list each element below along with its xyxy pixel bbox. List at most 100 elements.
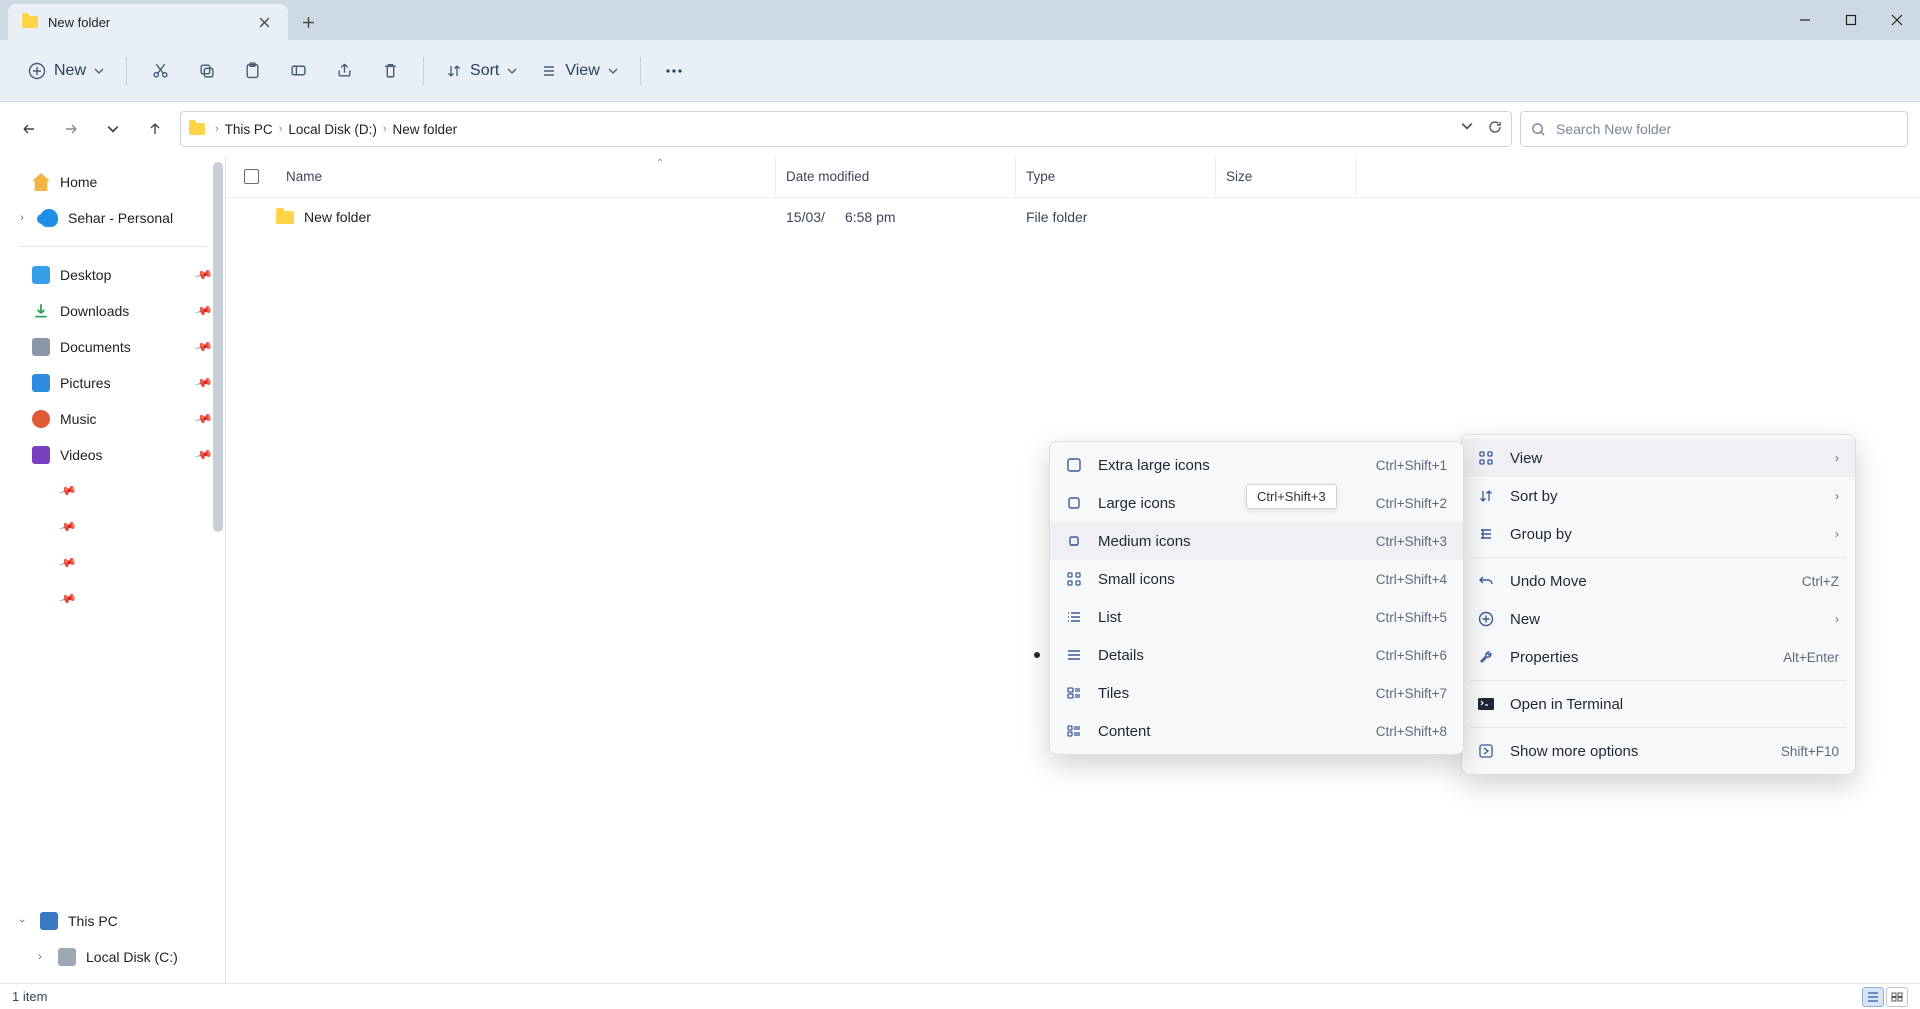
copy-button[interactable] <box>185 53 227 89</box>
ctx-shortcut: Alt+Enter <box>1783 650 1839 665</box>
pictures-icon <box>32 374 50 392</box>
address-bar[interactable]: › This PC › Local Disk (D:) › New folder <box>180 111 1512 147</box>
up-button[interactable] <box>138 112 172 146</box>
search-box[interactable] <box>1520 111 1908 147</box>
chevron-right-icon[interactable]: › <box>14 212 30 224</box>
terminal-icon <box>1476 698 1496 710</box>
thumbnails-view-button[interactable] <box>1886 987 1908 1007</box>
column-header-type[interactable]: Type <box>1016 156 1216 197</box>
ctx-label: New <box>1510 611 1540 628</box>
sidebar-separator <box>18 246 207 247</box>
new-label: New <box>54 62 86 80</box>
sidebar-item-music[interactable]: Music 📌 <box>4 401 221 437</box>
breadcrumb-thispc[interactable]: This PC <box>225 122 273 137</box>
tab-title: New folder <box>48 15 250 30</box>
sidebar-item-pinned[interactable]: 📌 <box>4 509 221 545</box>
ctx-undo[interactable]: Undo Move Ctrl+Z <box>1462 562 1855 600</box>
ctx-properties[interactable]: Properties Alt+Enter <box>1462 638 1855 676</box>
file-list-pane[interactable]: Name ⌃ Date modified Type Size New folde… <box>226 156 1920 983</box>
sidebar-item-thispc[interactable]: › This PC <box>4 903 221 939</box>
sidebar-item-documents[interactable]: Documents 📌 <box>4 329 221 365</box>
window-tab[interactable]: New folder <box>8 4 288 40</box>
recent-dropdown-button[interactable] <box>96 112 130 146</box>
new-tab-button[interactable] <box>288 4 328 40</box>
chevron-down-icon <box>94 66 104 76</box>
sidebar-item-pinned[interactable]: 📌 <box>4 581 221 617</box>
ctx-sortby[interactable]: Sort by › <box>1462 477 1855 515</box>
column-header-size[interactable]: Size <box>1216 156 1356 197</box>
ctx-groupby[interactable]: Group by › <box>1462 515 1855 553</box>
viewopt-list[interactable]: List Ctrl+Shift+5 <box>1050 598 1463 636</box>
scissors-icon <box>152 62 169 79</box>
ctx-new[interactable]: New › <box>1462 600 1855 638</box>
tab-close-button[interactable] <box>250 8 278 36</box>
chevron-right-icon[interactable]: › <box>32 951 48 963</box>
sidebar-scrollbar[interactable] <box>213 162 223 532</box>
details-view-button[interactable] <box>1862 987 1884 1007</box>
minimize-button[interactable] <box>1782 0 1828 40</box>
file-row[interactable]: New folder 15/03/ 6:58 pm File folder <box>226 198 1920 236</box>
context-menu: View › Sort by › Group by › Undo Move Ct… <box>1461 434 1856 775</box>
square-icon <box>1064 495 1084 511</box>
sidebar-item-pinned[interactable]: 📌 <box>4 545 221 581</box>
share-button[interactable] <box>323 53 365 89</box>
viewopt-shortcut: Ctrl+Shift+1 <box>1376 458 1447 473</box>
sidebar-item-home[interactable]: Home <box>4 164 221 200</box>
pin-icon[interactable]: 📌 <box>194 337 214 357</box>
ellipsis-icon <box>665 68 683 74</box>
viewopt-content[interactable]: Content Ctrl+Shift+8 <box>1050 712 1463 750</box>
ctx-view[interactable]: View › <box>1462 439 1855 477</box>
maximize-button[interactable] <box>1828 0 1874 40</box>
pin-icon[interactable]: 📌 <box>194 265 214 285</box>
viewopt-shortcut: Ctrl+Shift+8 <box>1376 724 1447 739</box>
pin-icon[interactable]: 📌 <box>194 445 214 465</box>
sidebar-item-downloads[interactable]: Downloads 📌 <box>4 293 221 329</box>
sidebar-item-pinned[interactable]: 📌 <box>4 473 221 509</box>
search-input[interactable] <box>1556 121 1897 137</box>
sidebar-item-videos[interactable]: Videos 📌 <box>4 437 221 473</box>
cut-button[interactable] <box>139 53 181 89</box>
file-name: New folder <box>304 209 371 225</box>
sidebar-item-pictures[interactable]: Pictures 📌 <box>4 365 221 401</box>
forward-button[interactable] <box>54 112 88 146</box>
delete-button[interactable] <box>369 53 411 89</box>
back-button[interactable] <box>12 112 46 146</box>
viewopt-medium[interactable]: Medium icons Ctrl+Shift+3 <box>1050 522 1463 560</box>
clipboard-icon <box>244 62 261 79</box>
pc-icon <box>40 912 58 930</box>
column-header-date[interactable]: Date modified <box>776 156 1016 197</box>
viewopt-details[interactable]: Details Ctrl+Shift+6 <box>1050 636 1463 674</box>
refresh-button[interactable] <box>1487 119 1503 140</box>
ctx-shortcut: Ctrl+Z <box>1802 574 1839 589</box>
pin-icon[interactable]: 📌 <box>194 301 214 321</box>
rename-button[interactable] <box>277 53 319 89</box>
more-button[interactable] <box>653 53 695 89</box>
breadcrumb-folder[interactable]: New folder <box>393 122 458 137</box>
address-history-button[interactable] <box>1461 119 1473 140</box>
ctx-more-options[interactable]: Show more options Shift+F10 <box>1462 732 1855 770</box>
new-button[interactable]: New <box>18 53 114 89</box>
sort-icon <box>1476 488 1496 504</box>
group-icon <box>1476 526 1496 542</box>
viewopt-small[interactable]: Small icons Ctrl+Shift+4 <box>1050 560 1463 598</box>
paste-button[interactable] <box>231 53 273 89</box>
select-all-checkbox[interactable] <box>226 169 276 184</box>
chevron-down-icon[interactable]: › <box>16 913 28 929</box>
sidebar-label: Pictures <box>60 375 111 391</box>
ctx-label: Show more options <box>1510 743 1638 760</box>
drive-icon <box>58 948 76 966</box>
breadcrumb-drive[interactable]: Local Disk (D:) <box>288 122 377 137</box>
column-header-name[interactable]: Name <box>276 156 776 197</box>
sidebar-item-onedrive[interactable]: › Sehar - Personal <box>4 200 221 236</box>
close-window-button[interactable] <box>1874 0 1920 40</box>
sidebar-item-desktop[interactable]: Desktop 📌 <box>4 257 221 293</box>
sort-button[interactable]: Sort <box>436 53 527 89</box>
viewopt-extra-large[interactable]: Extra large icons Ctrl+Shift+1 <box>1050 446 1463 484</box>
ctx-terminal[interactable]: Open in Terminal <box>1462 685 1855 723</box>
viewopt-tiles[interactable]: Tiles Ctrl+Shift+7 <box>1050 674 1463 712</box>
maximize-icon <box>1845 14 1857 26</box>
pin-icon[interactable]: 📌 <box>194 373 214 393</box>
view-button[interactable]: View <box>531 53 627 89</box>
sidebar-item-localc[interactable]: › Local Disk (C:) <box>4 939 221 975</box>
pin-icon[interactable]: 📌 <box>194 409 214 429</box>
